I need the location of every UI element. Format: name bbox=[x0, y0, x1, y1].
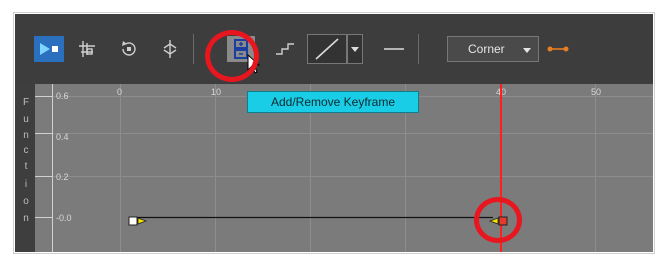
toolbar-separator bbox=[418, 34, 419, 64]
linear-interpolation-icon[interactable] bbox=[307, 34, 347, 64]
play-toggle-icon[interactable] bbox=[34, 36, 64, 62]
grid-snap-icon[interactable] bbox=[73, 36, 101, 62]
dropdown-arrow-icon[interactable] bbox=[347, 34, 363, 64]
rotate-keyframe-icon[interactable] bbox=[115, 36, 143, 62]
corner-dropdown[interactable]: Corner bbox=[447, 36, 539, 62]
mouse-cursor-icon bbox=[247, 53, 261, 79]
bezier-handle-icon[interactable] bbox=[544, 36, 572, 62]
step-interpolation-icon[interactable] bbox=[271, 36, 299, 62]
chevron-down-icon bbox=[523, 48, 531, 53]
align-icon[interactable] bbox=[156, 36, 184, 62]
corner-dropdown-label: Corner bbox=[468, 42, 505, 56]
constant-line-icon[interactable] bbox=[380, 36, 408, 62]
function-toolbar: Corner bbox=[15, 14, 653, 84]
toolbar-separator bbox=[193, 34, 194, 64]
keyframe-start[interactable] bbox=[128, 213, 148, 231]
keyframe-end[interactable] bbox=[488, 213, 510, 231]
tooltip: Add/Remove Keyframe bbox=[247, 91, 419, 113]
